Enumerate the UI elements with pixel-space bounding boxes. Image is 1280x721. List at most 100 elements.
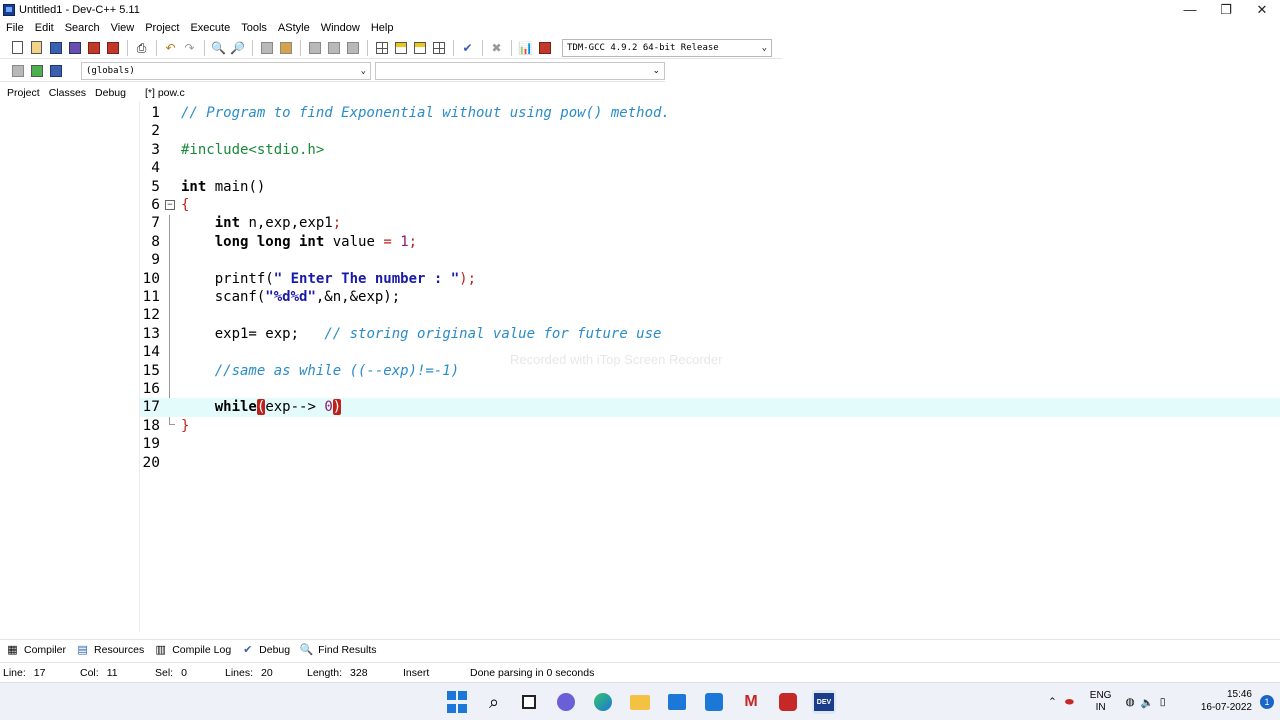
menu-astyle[interactable]: AStyle [278,22,310,34]
tab-resources[interactable]: ▤ Resources [76,644,144,657]
code-line: 18 } [140,417,1280,435]
tab-label: Compile Log [172,643,232,656]
code-line: 1 // Program to find Exponential without… [140,104,1280,122]
open-button[interactable] [29,41,44,55]
undo-icon: ↶ [165,40,176,55]
toggle-bookmark-button[interactable] [278,41,293,55]
tab-compile-log[interactable]: ▥ Compile Log [154,643,232,657]
status-sel: Sel: 0 [155,667,187,679]
save-all-button[interactable] [67,41,82,55]
tab-classes[interactable]: Classes [49,87,86,99]
code-text: scanf("%d%d",&n,&exp); [181,288,400,306]
chevron-up-icon[interactable]: ⌃ [1048,696,1057,708]
menu-execute[interactable]: Execute [190,22,230,34]
tab-debug[interactable]: Debug [95,87,126,99]
menu-view[interactable]: View [111,22,135,34]
close-all-button[interactable] [105,41,120,55]
start-button[interactable] [445,690,469,714]
window-title: Untitled1 - Dev-C++ 5.11 [19,3,140,16]
open-project-button[interactable] [393,41,408,55]
editor-tab-pow-c[interactable]: [*] pow.c [143,84,187,102]
recorder-tray-icon[interactable]: ⬬ [1065,696,1074,709]
file-explorer-icon[interactable] [628,690,652,714]
keyword: int [181,178,207,195]
indent-button[interactable] [307,41,322,55]
store-icon[interactable] [665,690,689,714]
main-toolbar: ⎙ ↶ ↷ 🔍 🔎 ✔ ✖ 📊 TDM-GCC 4.9.2 64-bit Rel… [0,37,782,59]
chat-icon[interactable] [554,690,578,714]
line-number: 16 [142,381,160,397]
line-number: 15 [142,362,160,379]
battery-icon[interactable]: ▯ [1160,696,1166,708]
debug-button[interactable] [537,41,552,55]
insert-button[interactable] [10,64,25,78]
class-browser-button[interactable] [431,41,446,55]
app-icon[interactable] [702,690,726,714]
menu-file[interactable]: File [6,22,24,34]
search-icon[interactable]: ⌕ [482,690,506,714]
class-browser-icon [432,41,445,54]
save-button[interactable] [48,41,63,55]
chat-shape [557,693,575,711]
close-button[interactable]: ✕ [1244,0,1280,19]
scope-select[interactable]: (globals) ⌄ [81,61,371,80]
unindent-button[interactable] [326,41,341,55]
replace-button[interactable]: 🔎 [230,41,245,55]
mcafee-icon[interactable]: M [739,690,763,714]
fold-collapse-icon[interactable]: − [165,200,175,210]
new-file-button[interactable] [10,41,25,55]
task-view-icon[interactable] [517,690,541,714]
windows-logo-icon [447,691,456,700]
replace-icon: 🔎 [230,40,245,55]
tab-find-results[interactable]: 🔍 Find Results [300,644,377,657]
close-file-button[interactable] [86,41,101,55]
compiler-select[interactable]: TDM-GCC 4.9.2 64-bit Release ⌄ [562,38,772,57]
member-select[interactable]: ⌄ [375,61,665,80]
menu-help[interactable]: Help [371,22,394,34]
edge-browser-icon[interactable] [591,690,615,714]
goto-button[interactable] [29,64,44,78]
language-indicator[interactable]: ENG IN [1090,690,1112,714]
redo-button[interactable]: ↷ [182,41,197,55]
code-text: // Program to find Exponential without u… [181,105,670,121]
volume-icon[interactable]: 🔈 [1141,696,1154,709]
dev-badge: DEV [814,693,834,711]
bookmarks-button[interactable] [48,64,63,78]
undo-button[interactable]: ↶ [163,41,178,55]
minimize-button[interactable]: — [1172,0,1208,19]
code-editor[interactable]: 1 // Program to find Exponential without… [140,103,1280,633]
line-number: 14 [142,344,160,361]
find-button[interactable]: 🔍 [211,41,226,55]
menu-edit[interactable]: Edit [35,22,54,34]
profile-button[interactable]: 📊 [518,41,533,55]
print-button[interactable]: ⎙ [134,41,149,55]
comment-button[interactable] [345,41,360,55]
tab-project[interactable]: Project [7,87,40,99]
menu-window[interactable]: Window [321,22,360,34]
project-options-button[interactable] [412,41,427,55]
maximize-button[interactable]: ❐ [1208,0,1244,19]
screen-recorder-icon[interactable] [776,690,800,714]
menu-project[interactable]: Project [145,22,179,34]
code-line: 10 printf(" Enter The number : "); [140,270,1280,288]
tab-debug-output[interactable]: ✔ Debug [241,644,290,657]
code-line: 3 #include<stdio.h> [140,141,1280,159]
code-line: 7 int n,exp,exp1; [140,214,1280,232]
line-number: 8 [151,233,160,250]
clock[interactable]: 15:46 16-07-2022 [1201,688,1252,714]
devcpp-taskbar-icon[interactable]: DEV [812,690,836,714]
status-value: 328 [350,667,368,679]
network-icon[interactable]: ◍ [1125,696,1134,708]
code-text: exp1= exp; // storing original value for… [181,325,662,343]
new-project-button[interactable] [374,41,389,55]
code-token: ,&n,&exp); [315,289,401,305]
notification-badge[interactable]: 1 [1260,695,1274,709]
syntax-check-button[interactable]: ✔ [460,41,475,55]
open-project-icon [394,41,407,54]
tab-compiler[interactable]: ▦ Compiler [6,644,66,657]
stop-button[interactable]: ✖ [489,41,504,55]
menu-search[interactable]: Search [65,22,100,34]
toolbar-divider [204,39,205,56]
menu-tools[interactable]: Tools [241,22,267,34]
goto-line-button[interactable] [259,41,274,55]
